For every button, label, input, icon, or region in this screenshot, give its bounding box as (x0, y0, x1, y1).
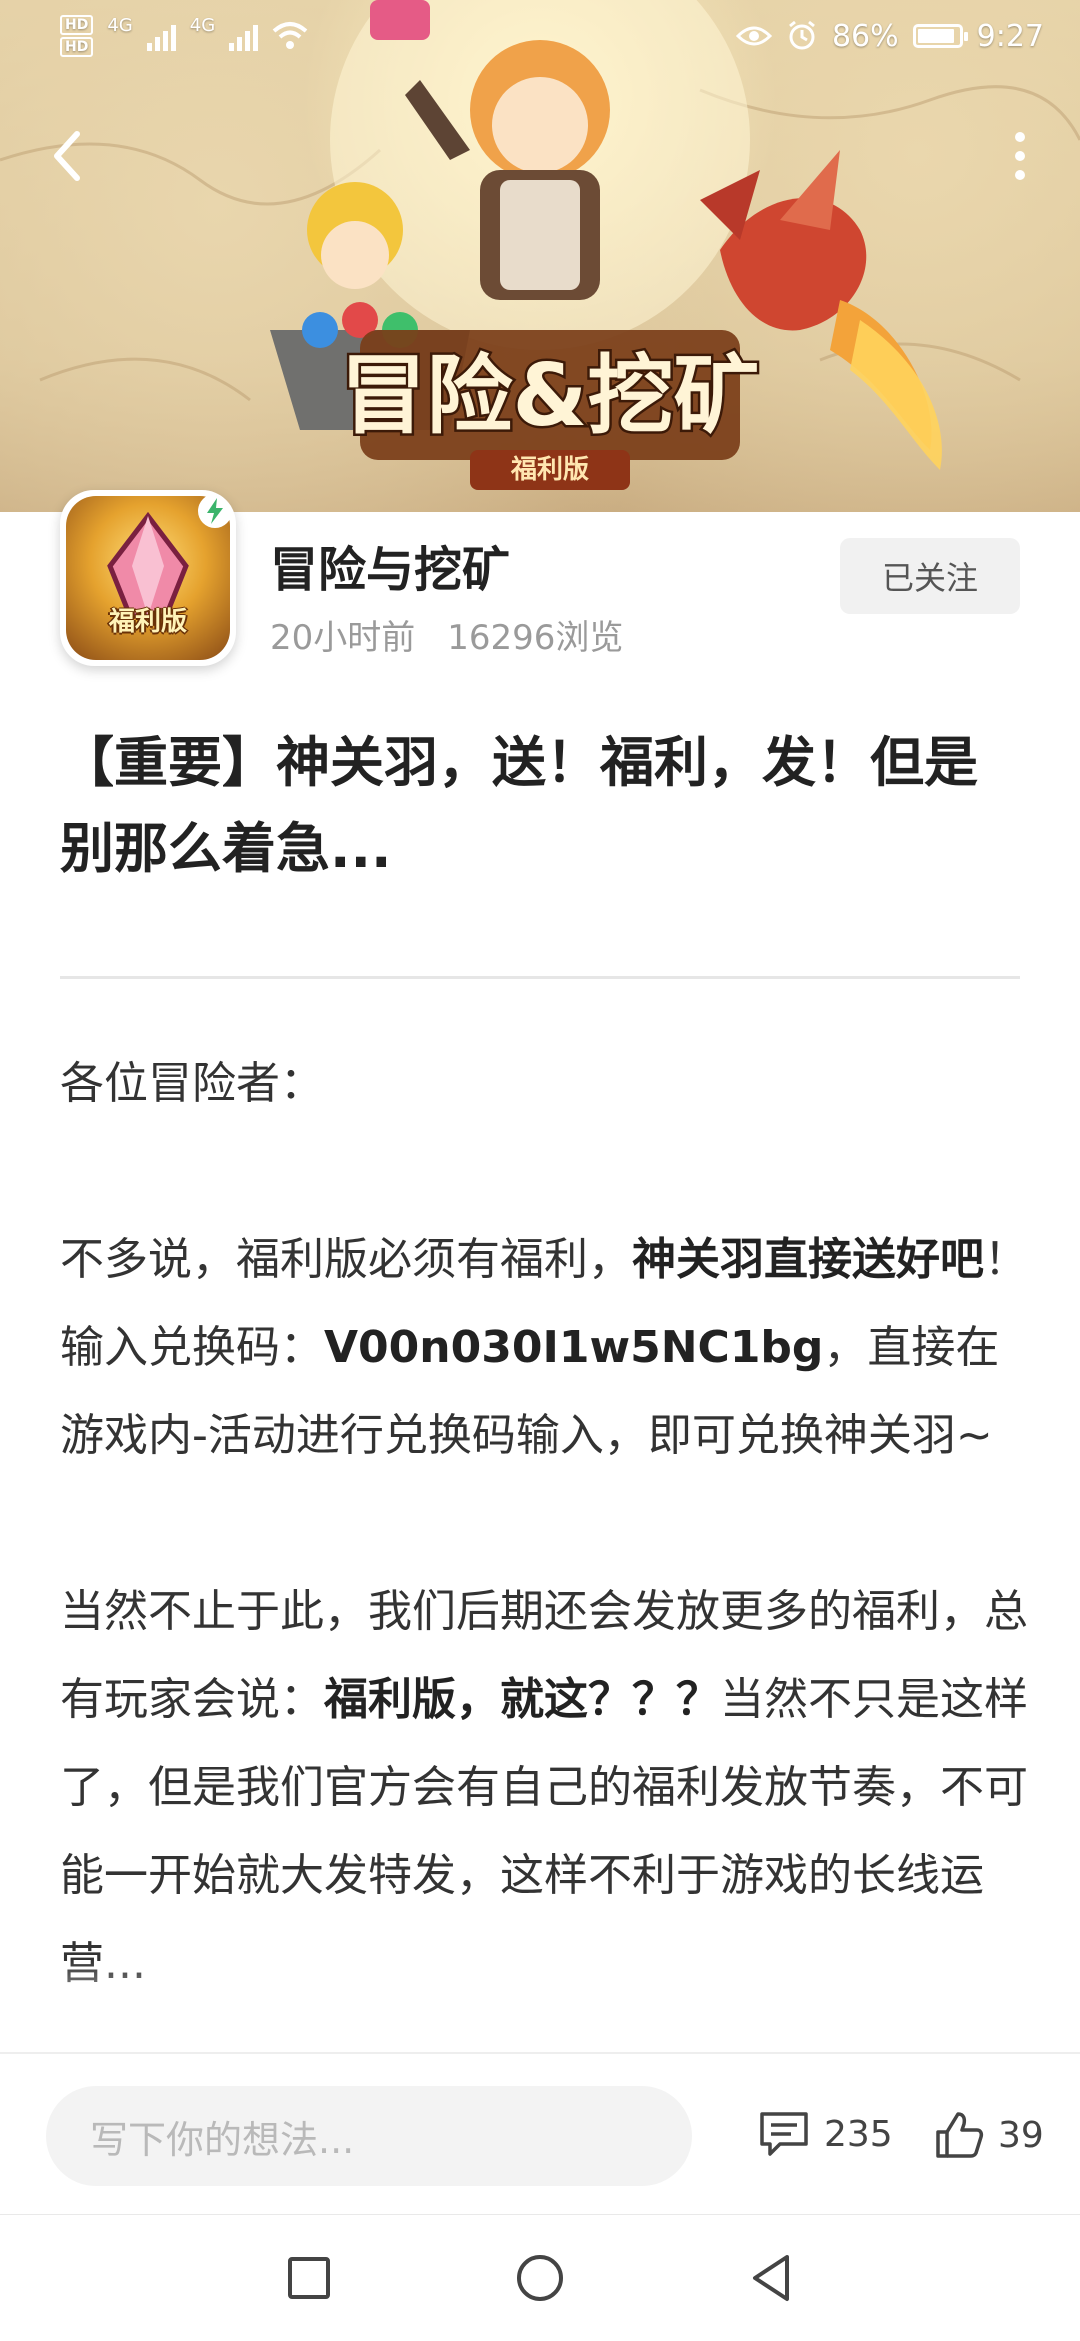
comment-bar: 写下你的想法... 235 39 (0, 2052, 1080, 2216)
paragraph-1: 不多说，福利版必须有福利，神关羽直接送好吧！输入兑换码：V00n030I1w5N… (60, 1234, 1028, 1461)
thumbs-up-icon (936, 2112, 984, 2158)
paragraph-2: 当然不止于此，我们后期还会发放更多的福利，总有玩家会说：福利版，就这？？？当然不… (60, 1586, 1028, 1989)
redeem-code: V00n030I1w5NC1bg (324, 1322, 824, 1373)
article-title: 【重要】神关羽，送！福利，发！但是别那么着急... (60, 731, 978, 880)
header-banner: 冒险&挖矿 福利版 (0, 0, 1080, 512)
content-fade (0, 1960, 1080, 2052)
author-row: 福利版 冒险与挖矿 20小时前 16296浏览 已关注 (0, 490, 1080, 690)
signal-icon (146, 21, 176, 51)
like-button[interactable]: 39 (934, 2110, 1044, 2160)
banner-illustration: 冒险&挖矿 福利版 (0, 0, 1080, 490)
view-count: 16296浏览 (447, 618, 624, 658)
comment-input[interactable]: 写下你的想法... (46, 2086, 692, 2186)
status-bar: HD HD 4G 4G 86% 9:27 (0, 0, 1080, 72)
triangle-back-icon (753, 2255, 789, 2301)
back-button[interactable] (36, 126, 96, 186)
wifi-icon (272, 22, 308, 49)
banner-logo-subtitle: 福利版 (510, 455, 589, 485)
greeting-paragraph: 各位冒险者： (60, 1058, 324, 1109)
square-icon (288, 2257, 330, 2299)
clock: 9:27 (976, 18, 1044, 54)
title-divider (60, 976, 1020, 979)
follow-button[interactable]: 已关注 (840, 538, 1020, 614)
post-time: 20小时前 (270, 618, 416, 658)
comment-count: 235 (824, 2113, 893, 2155)
banner-logo-text: 冒险&挖矿 (341, 346, 760, 446)
eye-comfort-icon (735, 26, 772, 46)
author-name[interactable]: 冒险与挖矿 (270, 530, 510, 600)
alarm-icon (789, 20, 815, 50)
hd-indicator: HD HD (60, 15, 94, 57)
recent-apps-button[interactable] (276, 2245, 342, 2311)
like-count: 39 (998, 2114, 1044, 2156)
circle-icon (517, 2255, 563, 2301)
system-navigation-bar (0, 2214, 1080, 2341)
comments-button[interactable]: 235 (758, 2110, 893, 2158)
chevron-left-icon (54, 131, 80, 181)
battery-percent: 86% (831, 18, 899, 54)
network-type-1: 4G (107, 15, 133, 36)
author-avatar[interactable]: 福利版 (60, 490, 236, 666)
avatar-badge-label: 福利版 (108, 607, 187, 637)
comment-icon (760, 2112, 808, 2156)
system-back-button[interactable] (738, 2245, 804, 2311)
article-body: 各位冒险者： 不多说，福利版必须有福利，神关羽直接送好吧！输入兑换码：V00n0… (60, 1040, 1030, 2008)
more-options-button[interactable] (990, 126, 1050, 186)
battery-icon (912, 24, 968, 48)
more-vertical-icon (1015, 132, 1025, 180)
network-type-2: 4G (189, 15, 216, 36)
lightning-icon (198, 494, 232, 528)
signal-icon-2 (229, 21, 259, 51)
home-button[interactable] (507, 2245, 573, 2311)
post-meta: 20小时前 16296浏览 (270, 610, 623, 659)
